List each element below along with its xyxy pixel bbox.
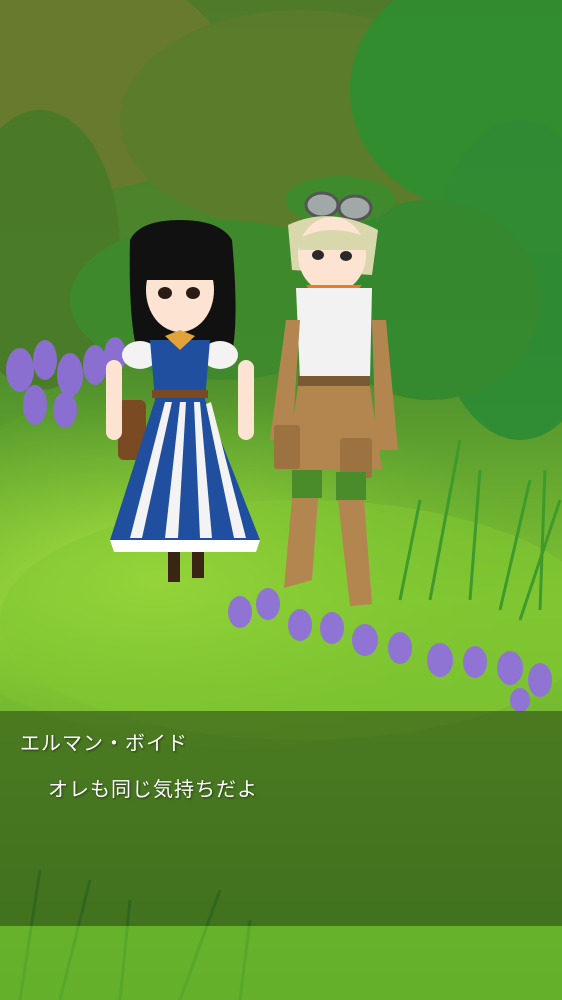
dialogue-text: オレも同じ気持ちだよ [48,777,258,801]
speaker-name: エルマン・ボイド [20,731,188,755]
dialogue-box[interactable]: エルマン・ボイド オレも同じ気持ちだよ [0,711,562,926]
